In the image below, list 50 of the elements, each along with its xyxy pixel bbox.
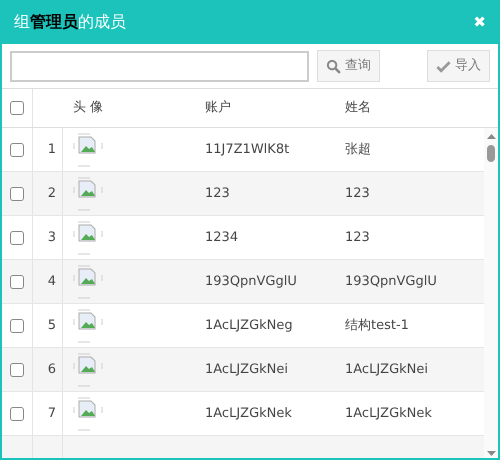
table-cell: 1234: [205, 230, 238, 245]
table-cell: 193QpnVGglU: [345, 274, 437, 289]
table-cell: 1AcLJZGkNei: [205, 362, 288, 377]
row-number: 4: [48, 272, 56, 291]
row-number: 7: [48, 404, 56, 423]
broken-image-icon: [73, 394, 103, 432]
broken-image-icon: [73, 174, 103, 212]
scroll-down-icon[interactable]: [486, 451, 496, 456]
table-cell: 结构test-1: [345, 318, 409, 333]
search-field[interactable]: [10, 50, 309, 82]
import-button[interactable]: 导入: [427, 50, 490, 82]
column-header: 账户: [205, 100, 231, 116]
broken-image-icon: [73, 130, 103, 168]
search-icon: [326, 58, 341, 74]
table-cell: 11J7Z1WlK8t: [205, 142, 290, 157]
table-cell: 193QpnVGglU: [205, 274, 297, 289]
broken-image-icon: [73, 262, 103, 300]
checkbox[interactable]: [10, 362, 24, 376]
column-header: 姓名: [345, 100, 371, 116]
row-number: 6: [48, 360, 56, 379]
checkbox[interactable]: [10, 101, 24, 115]
table-cell: 1AcLJZGkNeg: [205, 318, 293, 333]
scrollbar[interactable]: [484, 128, 498, 458]
row-number: 3: [48, 228, 56, 247]
checkbox[interactable]: [10, 406, 24, 420]
checkbox[interactable]: [10, 318, 24, 332]
scroll-up-icon[interactable]: [486, 134, 496, 139]
dialog-title: 组管理员的成员: [14, 11, 126, 33]
table-cell: 1AcLJZGkNek: [205, 406, 292, 421]
table-cell: 1AcLJZGkNei: [345, 362, 428, 377]
table-cell: 张超: [345, 142, 371, 157]
row-number: 5: [48, 316, 56, 335]
column-header: 头 像: [73, 99, 104, 118]
row-number: 1: [48, 140, 56, 159]
broken-image-icon: [73, 218, 103, 256]
close-button[interactable]: ✖: [473, 14, 486, 30]
checkbox[interactable]: [10, 142, 24, 156]
checkbox[interactable]: [10, 230, 24, 244]
checkbox[interactable]: [10, 186, 24, 200]
scrollbar-thumb[interactable]: [487, 145, 495, 162]
table-cell: 123: [205, 186, 230, 201]
broken-image-icon: [73, 306, 103, 344]
table-cell: 123: [345, 186, 370, 201]
table-cell: 1AcLJZGkNek: [345, 406, 432, 421]
check-icon: [436, 60, 451, 72]
row-number: 2: [48, 184, 56, 203]
broken-image-icon: [73, 350, 103, 388]
table-cell: 123: [345, 230, 370, 245]
query-button[interactable]: 查询: [317, 50, 380, 82]
checkbox[interactable]: [10, 274, 24, 288]
